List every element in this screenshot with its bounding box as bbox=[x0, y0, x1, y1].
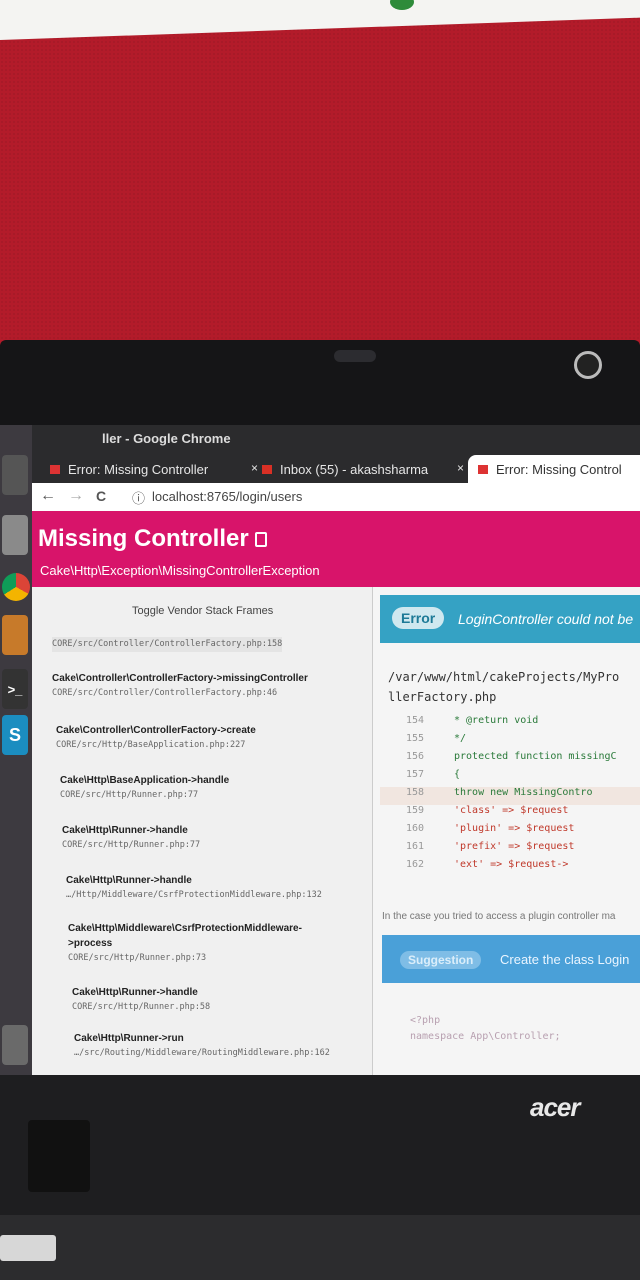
tab-inbox[interactable]: Inbox (55) - akashsharma × bbox=[256, 455, 472, 483]
address-bar: ← → C ⓘ localhost:8765/login/users bbox=[32, 483, 640, 512]
bezel-slot bbox=[334, 350, 376, 362]
stack-frame[interactable]: Cake\Controller\ControllerFactory->creat… bbox=[56, 723, 256, 753]
page-title: Missing Controller bbox=[38, 525, 267, 553]
forward-button[interactable]: → bbox=[68, 487, 84, 505]
chrome-icon[interactable] bbox=[2, 573, 30, 601]
copy-icon[interactable] bbox=[254, 532, 267, 548]
file-path: /var/www/html/cakeProjects/MyPro llerFac… bbox=[388, 670, 620, 704]
info-icon: ⓘ bbox=[132, 491, 146, 506]
software-center-icon[interactable]: S bbox=[2, 715, 28, 755]
stack-frame[interactable]: Cake\Http\Runner->handle CORE/src/Http/R… bbox=[72, 985, 210, 1015]
reload-button[interactable]: C bbox=[96, 488, 106, 504]
terminal-icon[interactable]: >_ bbox=[2, 669, 28, 709]
tab-strip: Error: Missing Controller × Inbox (55) -… bbox=[32, 451, 640, 483]
stack-frames-panel: Toggle Vendor Stack Frames CORE/src/Cont… bbox=[32, 587, 373, 1075]
error-badge: Error bbox=[392, 607, 445, 629]
files-icon[interactable] bbox=[2, 515, 28, 555]
suggestion-badge: Suggestion bbox=[400, 951, 482, 969]
webcam bbox=[574, 351, 602, 379]
url-input[interactable]: localhost:8765/login/users bbox=[152, 489, 302, 504]
stack-frame[interactable]: CORE/src/Controller/ControllerFactory.ph… bbox=[52, 637, 283, 652]
error-detail-panel: Error LoginController could not be /var/… bbox=[380, 595, 640, 1075]
keyboard bbox=[0, 1215, 640, 1280]
php-snippet: <?php namespace App\Controller; bbox=[410, 1015, 561, 1042]
red-fabric-wall bbox=[0, 0, 640, 352]
code-line-highlighted: 158 throw new MissingContro bbox=[380, 787, 640, 805]
code-line: 157{ bbox=[406, 769, 461, 780]
tab-label: Error: Missing Controller bbox=[68, 461, 209, 477]
plugin-hint: In the case you tried to access a plugin… bbox=[382, 911, 616, 922]
stack-frame[interactable]: Cake\Http\Middleware\CsrfProtectionMiddl… bbox=[68, 921, 328, 966]
terminal-icon[interactable] bbox=[2, 455, 28, 495]
tab-error-active[interactable]: Error: Missing Control bbox=[468, 455, 640, 483]
error-header: Missing Controller Cake\Http\Exception\M… bbox=[32, 511, 640, 587]
suggestion-text: Create the class Login bbox=[500, 952, 630, 967]
stack-frame[interactable]: Cake\Http\BaseApplication->handle CORE/s… bbox=[60, 773, 229, 803]
stack-frame[interactable]: Cake\Http\Runner->handle …/Http/Middlewa… bbox=[66, 873, 322, 903]
laptop-bezel bbox=[0, 340, 640, 435]
laptop-screen: >_ S ller - Google Chrome Error: Missing… bbox=[0, 425, 640, 1075]
error-banner: Error LoginController could not be bbox=[380, 595, 640, 643]
brand-logo: acer bbox=[530, 1092, 580, 1122]
tab-label: Error: Missing Control bbox=[496, 461, 622, 477]
error-message: LoginController could not be bbox=[458, 611, 634, 627]
suggestion-banner: Suggestion Create the class Login bbox=[382, 935, 640, 983]
toggle-vendor-frames-button[interactable]: Toggle Vendor Stack Frames bbox=[132, 605, 273, 617]
back-button[interactable]: ← bbox=[40, 487, 56, 505]
tab-label: Inbox (55) - akashsharma bbox=[280, 461, 429, 477]
stack-frame[interactable]: Cake\Controller\ControllerFactory->missi… bbox=[52, 671, 308, 701]
window-titlebar: ller - Google Chrome bbox=[32, 425, 640, 451]
trash-icon[interactable] bbox=[2, 1025, 28, 1065]
key bbox=[0, 1235, 56, 1261]
exception-class: Cake\Http\Exception\MissingControllerExc… bbox=[40, 563, 320, 578]
window-title: ller - Google Chrome bbox=[102, 431, 231, 446]
code-line: 161 'prefix' => $request bbox=[406, 841, 575, 852]
code-line: 162 'ext' => $request-> bbox=[406, 859, 569, 870]
stack-frame[interactable]: Cake\Http\Runner->run …/src/Routing/Midd… bbox=[74, 1031, 330, 1061]
code-line: 160 'plugin' => $request bbox=[406, 823, 575, 834]
cake-favicon bbox=[50, 464, 60, 474]
hinge bbox=[28, 1120, 90, 1192]
close-icon[interactable]: × bbox=[457, 461, 464, 475]
gmail-favicon bbox=[262, 464, 272, 474]
stack-frame[interactable]: Cake\Http\Runner->handle CORE/src/Http/R… bbox=[62, 823, 200, 853]
code-line: 155 */ bbox=[406, 733, 467, 744]
code-line: 159 'class' => $request bbox=[406, 805, 569, 816]
ubuntu-launcher: >_ S bbox=[0, 425, 32, 1075]
sublime-icon[interactable] bbox=[2, 615, 28, 655]
code-line: 154 * @return void bbox=[406, 715, 539, 726]
tab-error-1[interactable]: Error: Missing Controller × bbox=[40, 455, 266, 483]
code-line: 156 protected function missingC bbox=[406, 751, 617, 762]
cake-favicon bbox=[478, 464, 488, 474]
